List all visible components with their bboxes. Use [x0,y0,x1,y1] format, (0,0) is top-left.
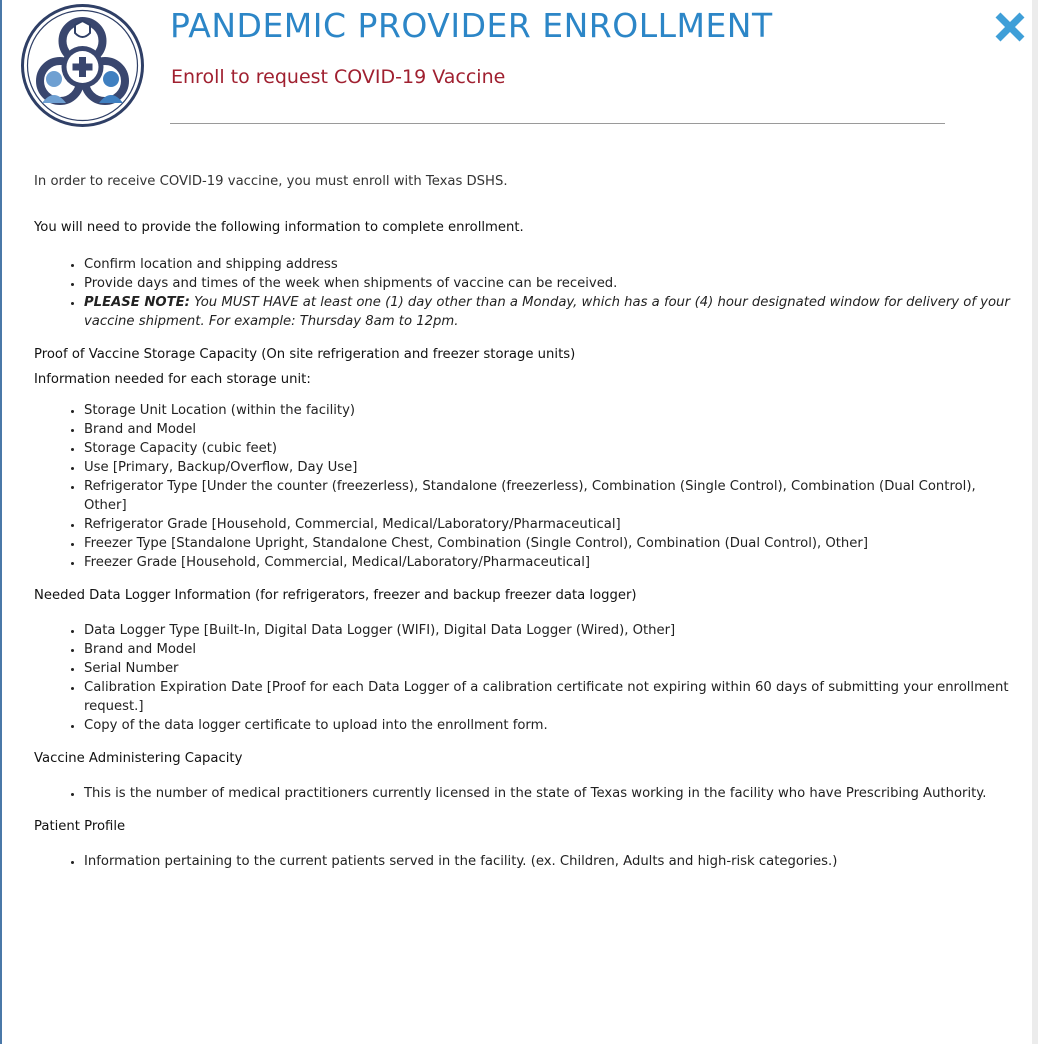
data-logger-list: Data Logger Type [Built-In, Digital Data… [34,621,1019,735]
enrollment-info-content: In order to receive COVID-19 vaccine, yo… [34,172,1019,879]
list-item: Calibration Expiration Date [Proof for e… [84,678,1019,716]
list-item: Storage Capacity (cubic feet) [84,439,1019,458]
close-icon[interactable] [990,7,1030,47]
data-logger-heading: Needed Data Logger Information (for refr… [34,588,637,603]
list-item: Freezer Type [Standalone Upright, Standa… [84,534,1019,553]
requirements-heading: You will need to provide the following i… [34,220,524,235]
list-item: Provide days and times of the week when … [84,274,1019,293]
note-label: PLEASE NOTE: [84,295,190,310]
biohazard-medical-logo-icon [21,4,144,127]
page-subtitle: Enroll to request COVID-19 Vaccine [171,66,506,88]
list-item: Brand and Model [84,640,1019,659]
intro-text: In order to receive COVID-19 vaccine, yo… [34,174,508,189]
list-item: Data Logger Type [Built-In, Digital Data… [84,621,1019,640]
page-title: PANDEMIC PROVIDER ENROLLMENT [170,6,773,45]
list-item: Confirm location and shipping address [84,255,1019,274]
patient-profile-list: Information pertaining to the current pa… [34,852,1019,871]
note-text: You MUST HAVE at least one (1) day other… [84,295,1010,329]
dialog-left-border [0,0,2,1044]
patient-profile-heading: Patient Profile [34,819,126,834]
scrollbar-track[interactable] [1032,0,1038,1044]
list-item: Refrigerator Grade [Household, Commercia… [84,515,1019,534]
list-item-note: PLEASE NOTE: You MUST HAVE at least one … [84,293,1019,331]
list-item: Use [Primary, Backup/Overflow, Day Use] [84,458,1019,477]
list-item: Serial Number [84,659,1019,678]
storage-list: Storage Unit Location (within the facili… [34,401,1019,572]
list-item: Copy of the data logger certificate to u… [84,716,1019,735]
storage-heading: Proof of Vaccine Storage Capacity (On si… [34,347,576,362]
list-item: Refrigerator Type [Under the counter (fr… [84,477,1019,515]
requirements-list: Confirm location and shipping address Pr… [34,255,1019,331]
list-item: Brand and Model [84,420,1019,439]
storage-subheading: Information needed for each storage unit… [34,372,311,387]
administering-heading: Vaccine Administering Capacity [34,751,243,766]
list-item: This is the number of medical practition… [84,784,1019,803]
list-item: Information pertaining to the current pa… [84,852,1019,871]
header-divider [170,123,945,124]
list-item: Storage Unit Location (within the facili… [84,401,1019,420]
list-item: Freezer Grade [Household, Commercial, Me… [84,553,1019,572]
administering-list: This is the number of medical practition… [34,784,1019,803]
